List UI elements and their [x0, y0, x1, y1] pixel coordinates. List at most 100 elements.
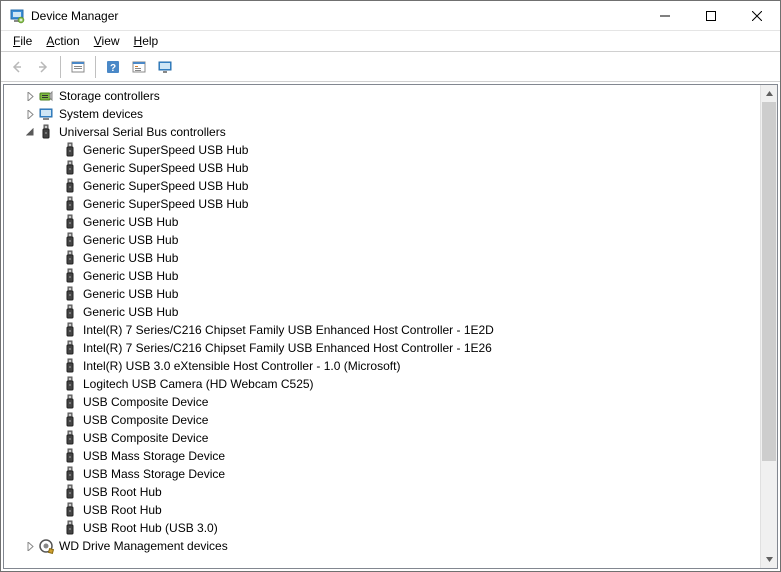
usb-icon	[62, 376, 78, 392]
device-manager-window: Device Manager File Action View Help	[0, 0, 781, 572]
menu-view[interactable]: View	[88, 33, 126, 49]
menu-help[interactable]: Help	[128, 33, 165, 49]
usb-icon	[62, 448, 78, 464]
tree-device[interactable]: Generic USB Hub	[4, 213, 760, 231]
usb-icon	[62, 160, 78, 176]
usb-icon	[62, 520, 78, 536]
usb-icon	[62, 250, 78, 266]
tree-device-label: Generic SuperSpeed USB Hub	[82, 177, 248, 195]
tree-device-label: Intel(R) USB 3.0 eXtensible Host Control…	[82, 357, 400, 375]
usb-icon	[62, 358, 78, 374]
tree-category[interactable]: System devices	[4, 105, 760, 123]
tree-device-label: Intel(R) 7 Series/C216 Chipset Family US…	[82, 321, 494, 339]
scroll-thumb[interactable]	[762, 102, 776, 461]
tree-device-label: Logitech USB Camera (HD Webcam C525)	[82, 375, 314, 393]
tree-device-label: USB Mass Storage Device	[82, 465, 225, 483]
minimize-button[interactable]	[642, 1, 688, 30]
tree-category[interactable]: Universal Serial Bus controllers	[4, 123, 760, 141]
monitor-button[interactable]	[153, 55, 177, 79]
tree-category[interactable]: Storage controllers	[4, 87, 760, 105]
tree-device[interactable]: Intel(R) 7 Series/C216 Chipset Family US…	[4, 339, 760, 357]
tree-device-label: USB Composite Device	[82, 411, 208, 429]
storage-controller-icon	[38, 88, 54, 104]
usb-icon	[62, 268, 78, 284]
tree-category-label: Storage controllers	[58, 87, 160, 105]
tree-device[interactable]: Generic SuperSpeed USB Hub	[4, 177, 760, 195]
tree-device[interactable]: USB Composite Device	[4, 411, 760, 429]
tree-device[interactable]: Generic USB Hub	[4, 249, 760, 267]
tree-device[interactable]: USB Composite Device	[4, 429, 760, 447]
tree-device[interactable]: Generic USB Hub	[4, 285, 760, 303]
tree-device-label: Generic USB Hub	[82, 285, 178, 303]
usb-icon	[62, 286, 78, 302]
tree-category-label: Universal Serial Bus controllers	[58, 123, 226, 141]
tree-device-label: USB Mass Storage Device	[82, 447, 225, 465]
maximize-button[interactable]	[688, 1, 734, 30]
usb-icon	[62, 466, 78, 482]
usb-icon	[62, 304, 78, 320]
expander-icon[interactable]	[22, 124, 38, 140]
device-tree[interactable]: Storage controllersSystem devicesUnivers…	[4, 85, 760, 568]
toolbar-separator	[60, 56, 61, 78]
properties-button[interactable]	[66, 55, 90, 79]
tree-device-label: Generic SuperSpeed USB Hub	[82, 141, 248, 159]
tree-device[interactable]: USB Root Hub	[4, 483, 760, 501]
scroll-track[interactable]	[761, 102, 777, 551]
toolbar-separator	[95, 56, 96, 78]
usb-icon	[62, 484, 78, 500]
scroll-up-button[interactable]	[761, 85, 777, 102]
tree-device[interactable]: Generic SuperSpeed USB Hub	[4, 141, 760, 159]
tree-device-label: USB Composite Device	[82, 393, 208, 411]
vertical-scrollbar[interactable]	[760, 85, 777, 568]
tree-device[interactable]: Generic USB Hub	[4, 231, 760, 249]
tree-device[interactable]: Generic SuperSpeed USB Hub	[4, 195, 760, 213]
tree-device-label: USB Root Hub	[82, 501, 162, 519]
window-controls	[642, 1, 780, 30]
tree-category-label: WD Drive Management devices	[58, 537, 228, 555]
tree-device[interactable]: Intel(R) 7 Series/C216 Chipset Family US…	[4, 321, 760, 339]
tree-device-label: Generic SuperSpeed USB Hub	[82, 195, 248, 213]
usb-icon	[62, 178, 78, 194]
tree-device[interactable]: USB Root Hub	[4, 501, 760, 519]
titlebar: Device Manager	[1, 1, 780, 31]
svg-text:?: ?	[110, 63, 116, 74]
properties-box-button[interactable]	[127, 55, 151, 79]
usb-icon	[62, 412, 78, 428]
tree-device-label: Generic USB Hub	[82, 267, 178, 285]
tree-device[interactable]: USB Mass Storage Device	[4, 465, 760, 483]
tree-device[interactable]: Generic SuperSpeed USB Hub	[4, 159, 760, 177]
expander-icon[interactable]	[22, 106, 38, 122]
tree-device-label: Generic USB Hub	[82, 303, 178, 321]
usb-icon	[62, 394, 78, 410]
usb-icon	[62, 430, 78, 446]
expander-icon[interactable]	[22, 88, 38, 104]
usb-icon	[62, 214, 78, 230]
expander-icon[interactable]	[22, 538, 38, 554]
menu-action[interactable]: Action	[40, 33, 85, 49]
usb-icon	[62, 232, 78, 248]
forward-button[interactable]	[31, 55, 55, 79]
tree-device-label: Generic USB Hub	[82, 231, 178, 249]
tree-device-label: USB Composite Device	[82, 429, 208, 447]
app-icon	[9, 8, 25, 24]
tree-device[interactable]: USB Mass Storage Device	[4, 447, 760, 465]
close-button[interactable]	[734, 1, 780, 30]
content-area: Storage controllersSystem devicesUnivers…	[3, 84, 778, 569]
tree-device-label: Generic USB Hub	[82, 249, 178, 267]
tree-category-label: System devices	[58, 105, 143, 123]
tree-device[interactable]: USB Root Hub (USB 3.0)	[4, 519, 760, 537]
tree-device[interactable]: Generic USB Hub	[4, 267, 760, 285]
usb-icon	[38, 124, 54, 140]
toolbar: ?	[1, 52, 780, 82]
help-button[interactable]: ?	[101, 55, 125, 79]
menu-file[interactable]: File	[7, 33, 38, 49]
tree-category[interactable]: WD Drive Management devices	[4, 537, 760, 555]
tree-device[interactable]: Generic USB Hub	[4, 303, 760, 321]
scroll-down-button[interactable]	[761, 551, 777, 568]
tree-device-label: Generic SuperSpeed USB Hub	[82, 159, 248, 177]
back-button[interactable]	[5, 55, 29, 79]
tree-device[interactable]: Logitech USB Camera (HD Webcam C525)	[4, 375, 760, 393]
tree-device-label: Generic USB Hub	[82, 213, 178, 231]
tree-device[interactable]: Intel(R) USB 3.0 eXtensible Host Control…	[4, 357, 760, 375]
tree-device[interactable]: USB Composite Device	[4, 393, 760, 411]
